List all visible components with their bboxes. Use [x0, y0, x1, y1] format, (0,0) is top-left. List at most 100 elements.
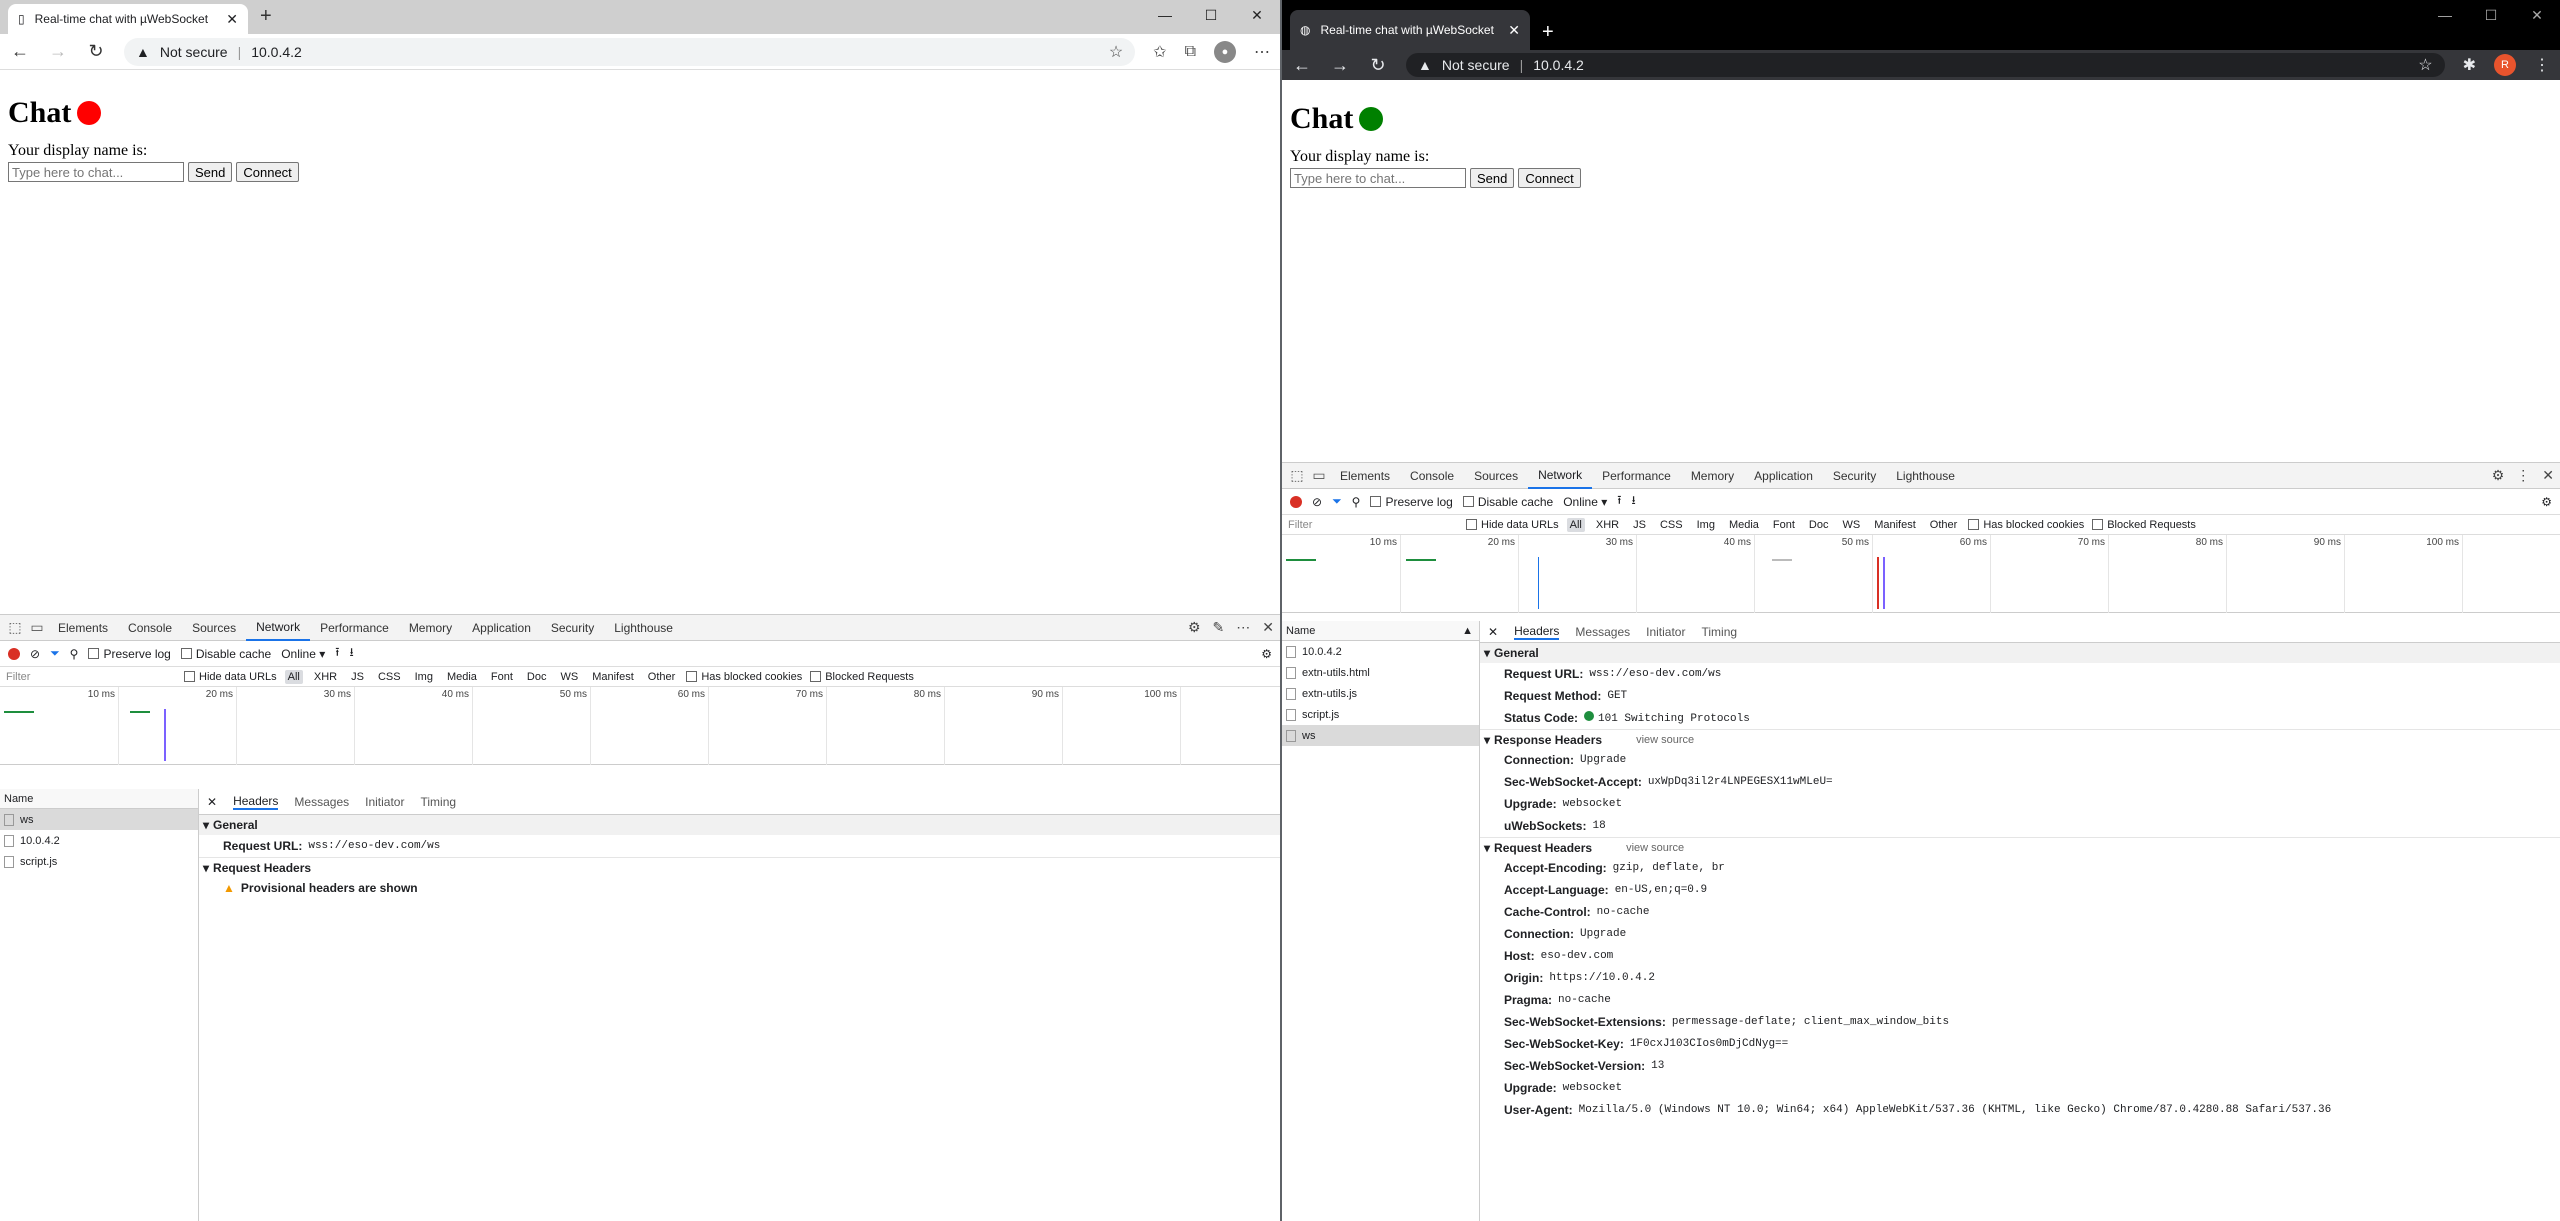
close-tab-icon[interactable]: ✕: [1508, 22, 1520, 39]
type-other[interactable]: Other: [645, 670, 679, 684]
back-icon[interactable]: ←: [10, 41, 30, 62]
new-tab-button[interactable]: +: [248, 5, 284, 34]
reload-icon[interactable]: ↻: [1368, 55, 1388, 76]
tab-performance[interactable]: Performance: [310, 615, 399, 641]
tab-timing[interactable]: Timing: [420, 795, 456, 809]
throttle-select[interactable]: Online ▾: [1563, 495, 1607, 509]
device-icon[interactable]: ▭: [1308, 467, 1330, 484]
chat-input[interactable]: [1290, 168, 1466, 188]
general-section[interactable]: ▾ General: [199, 815, 1280, 835]
upload-icon[interactable]: ⭱: [335, 643, 339, 664]
browser-tab[interactable]: ◍ Real-time chat with µWebSocket ✕: [1290, 10, 1530, 50]
tab-application[interactable]: Application: [462, 615, 541, 641]
filter-input[interactable]: Filter: [6, 671, 176, 683]
tab-network[interactable]: Network: [246, 615, 311, 641]
filter-input[interactable]: Filter: [1288, 519, 1458, 531]
name-column-header[interactable]: Name ▲: [1282, 621, 1479, 641]
tab-initiator[interactable]: Initiator: [365, 795, 404, 809]
new-tab-button[interactable]: +: [1530, 21, 1566, 50]
close-window-icon[interactable]: ✕: [1234, 0, 1280, 30]
clear-icon[interactable]: ⊘: [1312, 495, 1322, 509]
star-icon[interactable]: ☆: [2418, 55, 2432, 75]
general-section[interactable]: ▾ General: [1480, 643, 2560, 663]
blocked-requests-checkbox[interactable]: Blocked Requests: [810, 671, 914, 683]
type-doc[interactable]: Doc: [1806, 518, 1832, 532]
chat-input[interactable]: [8, 162, 184, 182]
menu-icon[interactable]: ⋮: [2534, 55, 2550, 75]
inspect-icon[interactable]: ⬚: [4, 619, 26, 636]
tab-application[interactable]: Application: [1744, 463, 1823, 489]
record-icon[interactable]: [1290, 495, 1302, 508]
tab-security[interactable]: Security: [1823, 463, 1886, 489]
tab-lighthouse[interactable]: Lighthouse: [1886, 463, 1965, 489]
connect-button[interactable]: Connect: [236, 162, 299, 182]
tab-messages[interactable]: Messages: [294, 795, 349, 809]
request-headers-section[interactable]: ▾ Request Headers view source: [1480, 837, 2560, 857]
request-row[interactable]: 10.0.4.2: [0, 830, 198, 851]
gear-icon[interactable]: ⚙: [2492, 467, 2505, 484]
preserve-log-checkbox[interactable]: Preserve log: [1370, 495, 1453, 509]
type-font[interactable]: Font: [488, 670, 516, 684]
blocked-requests-checkbox[interactable]: Blocked Requests: [2092, 519, 2196, 531]
tab-headers[interactable]: Headers: [233, 794, 279, 810]
type-other[interactable]: Other: [1927, 518, 1961, 532]
browser-tab[interactable]: ▯ Real-time chat with µWebSocket ✕: [8, 4, 248, 34]
hide-data-urls-checkbox[interactable]: Hide data URLs: [1466, 519, 1559, 531]
tab-timing[interactable]: Timing: [1701, 625, 1737, 639]
minimize-icon[interactable]: —: [2422, 0, 2468, 30]
filter-icon[interactable]: ⏷: [1332, 494, 1342, 509]
network-timeline[interactable]: 10 ms 20 ms 30 ms 40 ms 50 ms 60 ms 70 ms 80 ms…: [1282, 535, 2560, 613]
request-row[interactable]: script.js: [0, 851, 198, 872]
sort-icon[interactable]: ▲: [1462, 625, 1473, 637]
download-icon[interactable]: ⭳: [349, 643, 353, 664]
request-row[interactable]: script.js: [1282, 704, 1479, 725]
request-row[interactable]: ws: [1282, 725, 1479, 746]
tab-memory[interactable]: Memory: [1681, 463, 1744, 489]
profile-avatar[interactable]: ●: [1214, 40, 1236, 63]
tab-console[interactable]: Console: [118, 615, 182, 641]
type-doc[interactable]: Doc: [524, 670, 550, 684]
collections-icon[interactable]: ⧉: [1185, 43, 1196, 61]
close-tab-icon[interactable]: ✕: [226, 11, 238, 28]
address-bar[interactable]: ▲ Not secure | 10.0.4.2 ☆: [124, 37, 1136, 66]
more-icon[interactable]: ⋯: [1254, 42, 1270, 62]
tab-network[interactable]: Network: [1528, 463, 1593, 489]
type-manifest[interactable]: Manifest: [589, 670, 637, 684]
more-icon[interactable]: ⋯: [1236, 619, 1250, 636]
back-icon[interactable]: ←: [1292, 55, 1312, 76]
connect-button[interactable]: Connect: [1518, 168, 1581, 188]
type-css[interactable]: CSS: [375, 670, 404, 684]
request-row[interactable]: extn-utils.html: [1282, 662, 1479, 683]
extensions-icon[interactable]: ✱: [2463, 55, 2476, 75]
search-icon[interactable]: ⚲: [1352, 495, 1361, 509]
forward-icon[interactable]: →: [48, 41, 68, 62]
request-row[interactable]: 10.0.4.2: [1282, 641, 1479, 662]
close-detail-icon[interactable]: ✕: [207, 795, 217, 809]
send-button[interactable]: Send: [188, 162, 233, 182]
type-xhr[interactable]: XHR: [1593, 518, 1622, 532]
gear-icon[interactable]: ⚙: [1188, 619, 1201, 636]
type-all[interactable]: All: [1566, 517, 1585, 532]
record-icon[interactable]: [8, 647, 20, 660]
hide-data-urls-checkbox[interactable]: Hide data URLs: [184, 671, 277, 683]
type-js[interactable]: JS: [348, 670, 367, 684]
network-timeline[interactable]: 10 ms 20 ms 30 ms 40 ms 50 ms 60 ms 70 ms 80 ms…: [0, 687, 1280, 765]
tab-memory[interactable]: Memory: [399, 615, 462, 641]
tab-elements[interactable]: Elements: [48, 615, 118, 641]
request-row[interactable]: ws: [0, 809, 198, 830]
tab-elements[interactable]: Elements: [1330, 463, 1400, 489]
feedback-icon[interactable]: ✎: [1213, 619, 1225, 636]
close-detail-icon[interactable]: ✕: [1488, 625, 1498, 639]
type-ws[interactable]: WS: [1839, 518, 1863, 532]
type-js[interactable]: JS: [1630, 518, 1649, 532]
search-icon[interactable]: ⚲: [70, 647, 79, 661]
tab-console[interactable]: Console: [1400, 463, 1464, 489]
tab-initiator[interactable]: Initiator: [1646, 625, 1685, 639]
clear-icon[interactable]: ⊘: [30, 647, 40, 661]
type-all[interactable]: All: [284, 669, 303, 684]
profile-avatar[interactable]: R: [2494, 54, 2516, 76]
tab-headers[interactable]: Headers: [1514, 624, 1560, 640]
response-headers-section[interactable]: ▾ Response Headers view source: [1480, 729, 2560, 749]
type-manifest[interactable]: Manifest: [1871, 518, 1919, 532]
reload-icon[interactable]: ↻: [86, 41, 106, 62]
